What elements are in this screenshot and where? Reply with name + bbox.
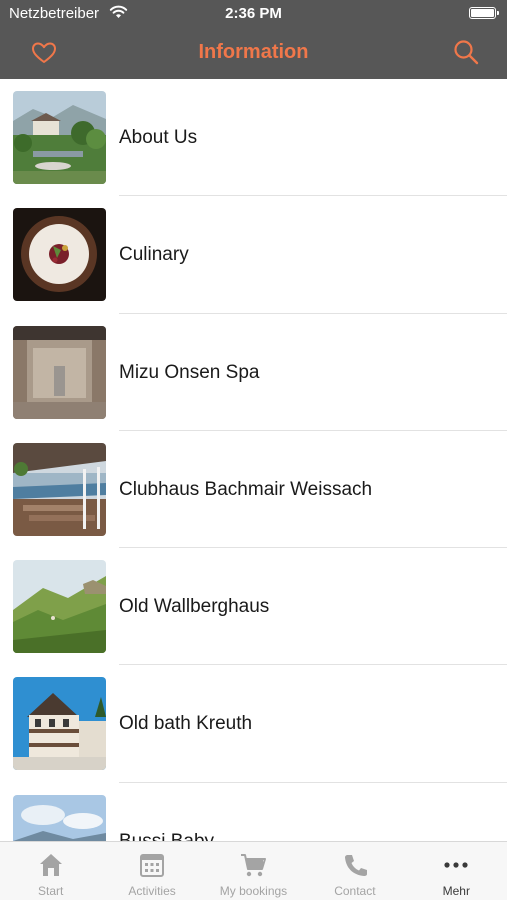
tab-label: My bookings — [219, 884, 288, 898]
tab-label: Start — [38, 884, 64, 898]
tab-contact[interactable]: Contact — [304, 842, 405, 900]
navigation-bar: Information — [0, 26, 507, 79]
bussi-baby-thumbnail — [13, 794, 106, 841]
list-item[interactable]: Old bath Kreuth — [0, 665, 507, 783]
tab-label: Activities — [128, 884, 176, 898]
spa-thumbnail — [13, 325, 106, 419]
list-item[interactable]: Bussi Baby — [0, 783, 507, 841]
list-item-label: Old Wallberghaus — [119, 596, 270, 618]
tab-label: Contact — [334, 884, 376, 898]
list-item-label: Clubhaus Bachmair Weissach — [119, 478, 373, 500]
phone-icon — [344, 855, 367, 876]
tab-my-bookings[interactable]: My bookings — [203, 842, 304, 900]
tab-more[interactable]: Mehr — [406, 842, 507, 900]
about-us-thumbnail — [13, 91, 106, 184]
list-item[interactable]: Clubhaus Bachmair Weissach — [0, 431, 507, 549]
list-item-label: About Us — [119, 127, 198, 148]
list-item[interactable]: About Us — [0, 79, 507, 197]
list-item-label: Culinary — [119, 244, 189, 266]
list-item-label: Bussi Baby — [119, 831, 214, 841]
search-icon[interactable] — [452, 38, 480, 66]
tab-label: Mehr — [442, 884, 470, 898]
tab-activities[interactable]: Activities — [101, 842, 202, 900]
page-title: Information — [198, 41, 309, 63]
tab-bar: Start Activities My bookings Contact Meh… — [0, 841, 507, 900]
list-item-label: Mizu Onsen Spa — [119, 361, 260, 383]
information-list: About Us Culinary Mizu Onsen Spa Clubhau… — [0, 79, 507, 841]
list-item-label: Old bath Kreuth — [119, 713, 253, 735]
cart-icon — [241, 854, 267, 877]
wallberghaus-thumbnail — [13, 560, 106, 654]
list-item[interactable]: Old Wallberghaus — [0, 548, 507, 666]
tab-start[interactable]: Start — [0, 842, 101, 900]
clubhaus-thumbnail — [13, 442, 106, 536]
home-icon — [39, 854, 62, 876]
battery-icon — [469, 7, 499, 19]
list-item[interactable]: Culinary — [0, 196, 507, 314]
culinary-thumbnail — [13, 208, 106, 302]
kreuth-thumbnail — [13, 677, 106, 771]
clock: 2:36 PM — [225, 5, 282, 22]
status-bar: Netzbetreiber 2:36 PM — [0, 0, 507, 26]
calendar-icon — [140, 854, 165, 877]
list-item[interactable]: Mizu Onsen Spa — [0, 314, 507, 431]
more-icon — [444, 862, 468, 868]
